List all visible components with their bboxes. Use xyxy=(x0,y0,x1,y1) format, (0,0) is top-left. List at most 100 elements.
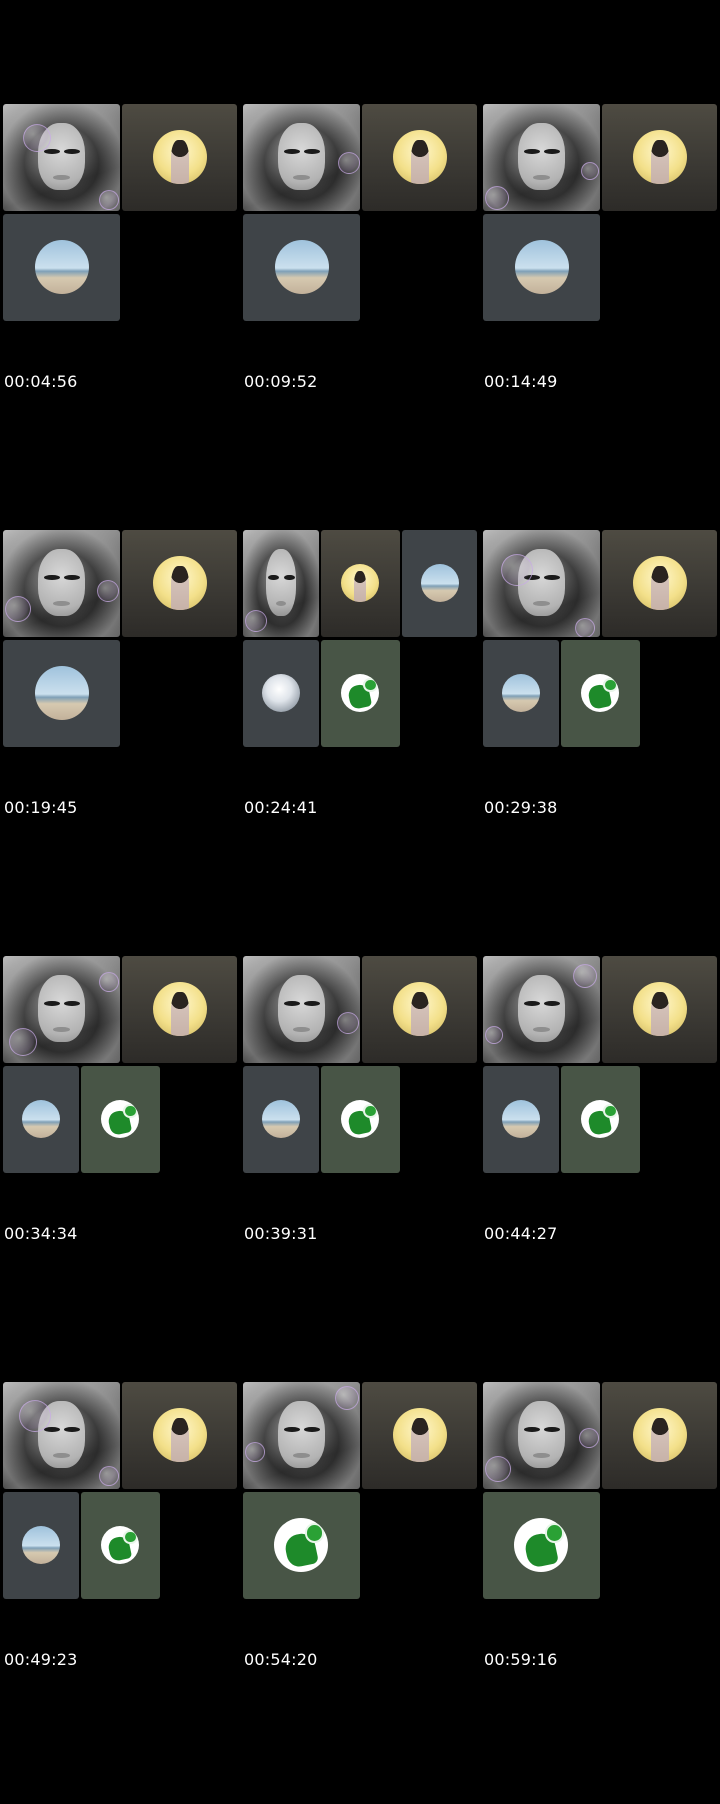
participant-tile-man[interactable] xyxy=(602,1382,717,1489)
bubble-icon xyxy=(9,1028,37,1056)
bubble-icon xyxy=(485,186,509,210)
avatar-beach xyxy=(22,1526,60,1564)
frame-5: 00:24:41 xyxy=(240,527,477,952)
participant-tile-beach[interactable] xyxy=(3,1066,79,1173)
frame-timestamp: 00:59:16 xyxy=(484,1650,558,1669)
avatar-man xyxy=(153,1408,207,1462)
frame-timestamp: 00:39:31 xyxy=(244,1224,318,1243)
avatar-man xyxy=(153,556,207,610)
frame-timestamp: 00:29:38 xyxy=(484,798,558,817)
participant-tile-beach[interactable] xyxy=(3,214,120,321)
bubble-icon xyxy=(335,1386,359,1410)
avatar-green xyxy=(101,1526,139,1564)
bubble-icon xyxy=(337,1012,359,1034)
bubble-icon xyxy=(99,1466,119,1486)
participant-tile-man[interactable] xyxy=(122,1382,237,1489)
participant-tile-green[interactable] xyxy=(243,1492,360,1599)
avatar-green xyxy=(514,1518,568,1572)
participant-tile-portrait[interactable] xyxy=(3,1382,120,1489)
bubble-icon xyxy=(23,124,51,152)
avatar-green xyxy=(581,674,619,712)
participant-tile-green[interactable] xyxy=(483,1492,600,1599)
participant-tile-man[interactable] xyxy=(122,104,237,211)
avatar-green xyxy=(101,1100,139,1138)
participant-tile-portrait[interactable] xyxy=(3,956,120,1063)
participant-tile-man[interactable] xyxy=(362,104,477,211)
avatar-beach xyxy=(35,240,89,294)
participant-tile-green[interactable] xyxy=(561,1066,640,1173)
avatar-beach xyxy=(502,674,540,712)
avatar-man xyxy=(153,130,207,184)
portrait-lips xyxy=(53,174,70,180)
participant-tile-beach[interactable] xyxy=(402,530,477,637)
participant-tile-beach[interactable] xyxy=(3,1492,79,1599)
avatar-man xyxy=(393,130,447,184)
portrait-eye xyxy=(284,574,295,581)
participant-tile-portrait[interactable] xyxy=(243,104,360,211)
avatar-man xyxy=(341,564,379,602)
participant-tile-man[interactable] xyxy=(122,530,237,637)
bubble-icon xyxy=(97,580,119,602)
frame-8: 00:39:31 xyxy=(240,953,477,1378)
avatar-green xyxy=(341,674,379,712)
frame-3: 00:14:49 xyxy=(480,101,717,526)
participant-tile-portrait[interactable] xyxy=(243,530,319,637)
frame-1: 00:04:56 xyxy=(0,101,237,526)
portrait-lips xyxy=(293,1026,310,1032)
avatar-man xyxy=(633,982,687,1036)
portrait-lips xyxy=(275,600,287,606)
participant-tile-man[interactable] xyxy=(321,530,400,637)
participant-tile-portrait[interactable] xyxy=(483,956,600,1063)
participant-tile-portrait[interactable] xyxy=(243,956,360,1063)
participant-tile-portrait[interactable] xyxy=(483,1382,600,1489)
participant-tile-portrait[interactable] xyxy=(483,104,600,211)
portrait-lips xyxy=(533,600,550,606)
bubble-icon xyxy=(573,964,597,988)
participant-tile-beach[interactable] xyxy=(483,214,600,321)
bubble-icon xyxy=(245,1442,265,1462)
frame-11: 00:54:20 xyxy=(240,1379,477,1804)
frame-12: 00:59:16 xyxy=(480,1379,717,1804)
participant-tile-man[interactable] xyxy=(602,104,717,211)
participant-tile-green[interactable] xyxy=(321,1066,400,1173)
participant-tile-beach[interactable] xyxy=(243,1066,319,1173)
participant-tile-green[interactable] xyxy=(321,640,400,747)
participant-tile-green[interactable] xyxy=(81,1492,160,1599)
participant-tile-portrait[interactable] xyxy=(3,530,120,637)
avatar-beach xyxy=(421,564,459,602)
participant-tile-man[interactable] xyxy=(122,956,237,1063)
participant-tile-man[interactable] xyxy=(362,956,477,1063)
frame-6: 00:29:38 xyxy=(480,527,717,952)
participant-tile-beach[interactable] xyxy=(483,1066,559,1173)
bubble-icon xyxy=(581,162,599,180)
avatar-beach xyxy=(515,240,569,294)
avatar-green xyxy=(581,1100,619,1138)
bubble-icon xyxy=(501,554,533,586)
frame-timestamp: 00:49:23 xyxy=(4,1650,78,1669)
frame-4: 00:19:45 xyxy=(0,527,237,952)
participant-tile-beach[interactable] xyxy=(243,214,360,321)
portrait-lips xyxy=(293,1452,310,1458)
portrait-lips xyxy=(533,1452,550,1458)
avatar-man xyxy=(633,130,687,184)
participant-tile-beach[interactable] xyxy=(483,640,559,747)
participant-tile-portrait[interactable] xyxy=(483,530,600,637)
participant-tile-beach[interactable] xyxy=(3,640,120,747)
avatar-beach xyxy=(275,240,329,294)
bubble-icon xyxy=(485,1456,511,1482)
portrait-lips xyxy=(53,1452,70,1458)
avatar-beach xyxy=(262,1100,300,1138)
bubble-icon xyxy=(485,1026,503,1044)
participant-tile-glass[interactable] xyxy=(243,640,319,747)
participant-tile-man[interactable] xyxy=(602,530,717,637)
participant-tile-man[interactable] xyxy=(602,956,717,1063)
participant-tile-portrait[interactable] xyxy=(243,1382,360,1489)
frame-timestamp: 00:14:49 xyxy=(484,372,558,391)
participant-tile-man[interactable] xyxy=(362,1382,477,1489)
participant-tile-portrait[interactable] xyxy=(3,104,120,211)
participant-tile-green[interactable] xyxy=(81,1066,160,1173)
frame-timestamp: 00:54:20 xyxy=(244,1650,318,1669)
portrait-lips xyxy=(533,1026,550,1032)
portrait-lips xyxy=(53,600,70,606)
participant-tile-green[interactable] xyxy=(561,640,640,747)
